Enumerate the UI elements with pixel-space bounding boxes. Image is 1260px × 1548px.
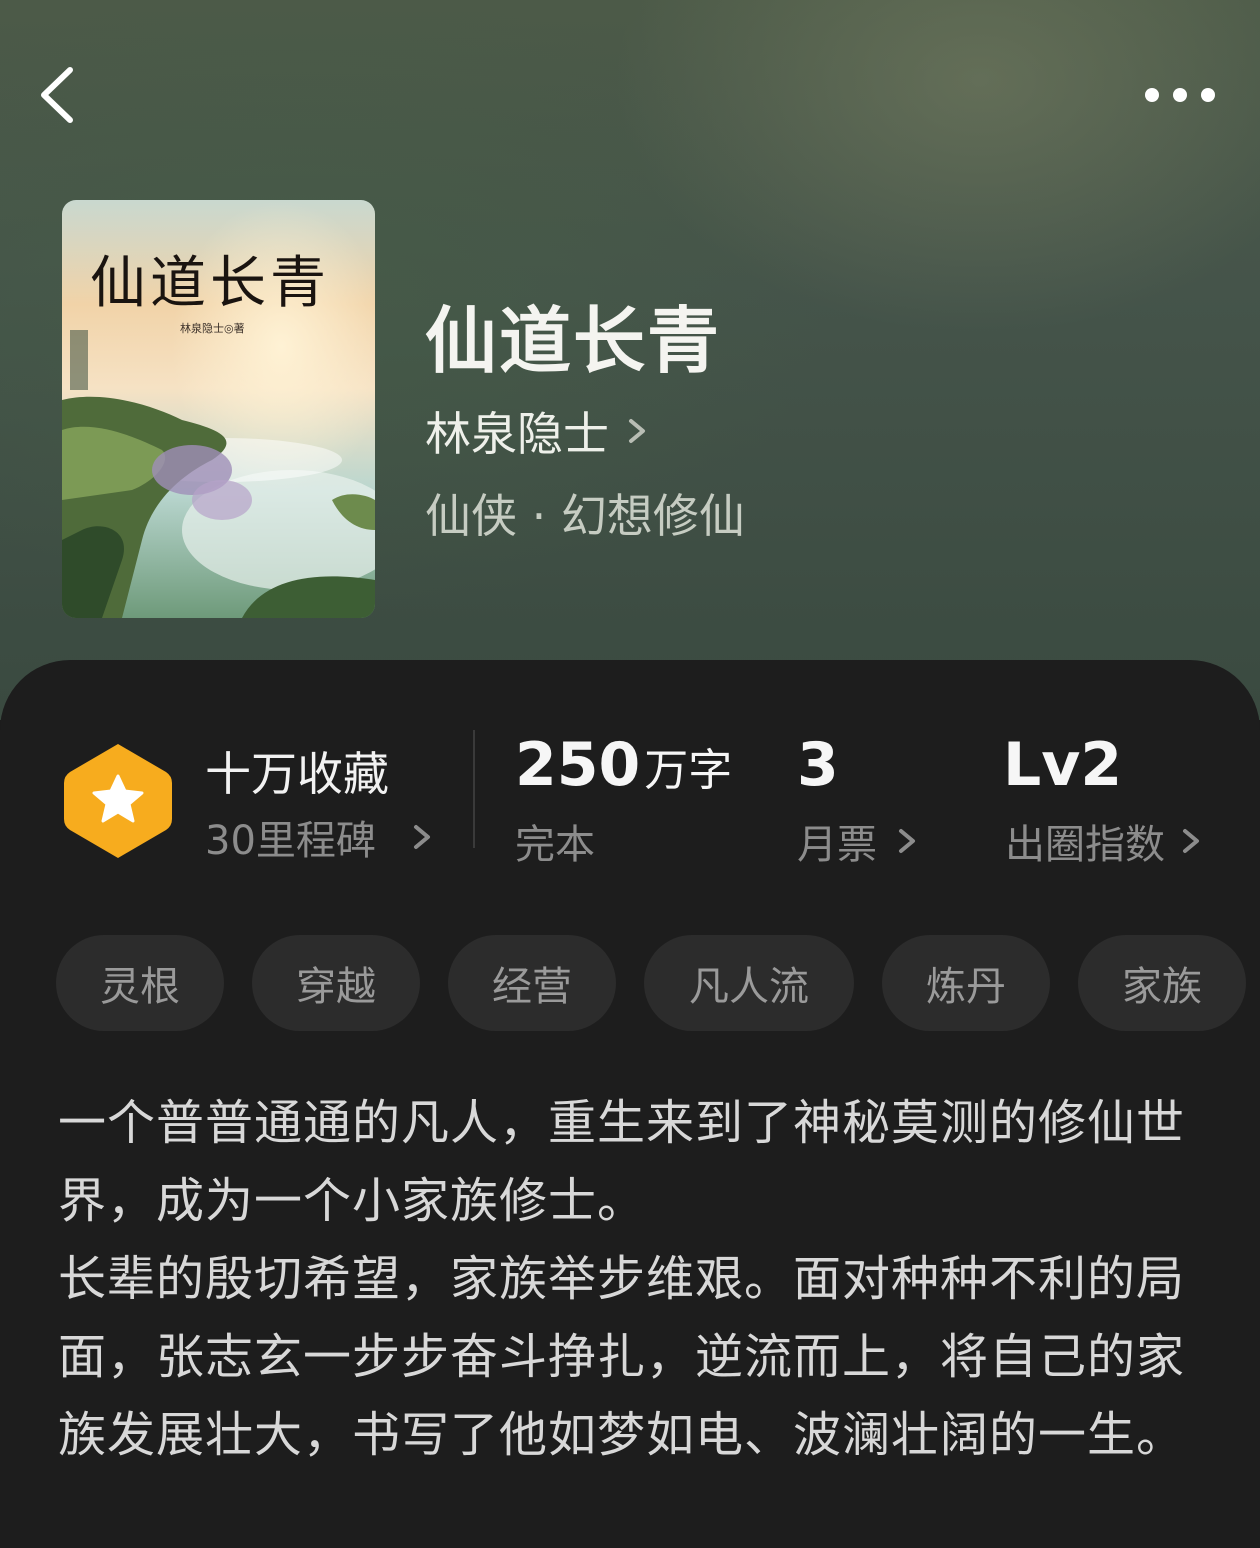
tag-chip[interactable]: 凡人流 — [644, 935, 854, 1031]
level-label: 出圈指数 — [1005, 822, 1165, 868]
level-link[interactable]: 出圈指数 — [1005, 812, 1209, 870]
book-title: 仙道长青 — [425, 298, 722, 383]
level-value: Lv2 — [1003, 730, 1123, 800]
more-dots-icon — [1145, 88, 1215, 102]
tag-chip[interactable]: 穿越 — [252, 935, 420, 1031]
tag-chip[interactable]: 灵根 — [56, 935, 224, 1031]
tag-chip[interactable]: 家族 — [1078, 935, 1246, 1031]
more-button[interactable] — [1140, 70, 1230, 120]
author-name: 林泉隐士 — [425, 407, 609, 461]
description-paragraph: 一个普普通通的凡人，重生来到了神秘莫测的修仙世界，成为一个小家族修士。 — [58, 1095, 1186, 1229]
collect-count: 十万收藏 — [205, 747, 389, 801]
star-badge-icon — [64, 744, 172, 858]
milestone-label: 30里程碑 — [205, 818, 376, 864]
cover-author: 林泉隐士◎著 — [180, 322, 245, 335]
monthly-ticket-value: 3 — [797, 730, 839, 800]
word-count-unit: 万字 — [644, 745, 733, 796]
status-label: 完本 — [515, 822, 595, 868]
chevron-left-icon — [41, 67, 73, 123]
chevron-right-icon — [1183, 829, 1199, 853]
description-paragraph: 长辈的殷切希望，家族举步维艰。面对种种不利的局面，张志玄一步步奋斗挣扎，逆流而上… — [58, 1251, 1186, 1463]
chevron-right-icon — [899, 829, 915, 853]
word-count: 250万字 — [515, 730, 732, 800]
milestone-link[interactable]: 30里程碑 — [205, 808, 440, 866]
cover-title: 仙道长青 — [90, 251, 330, 316]
word-count-value: 250 — [515, 730, 641, 800]
tag-chip[interactable]: 经营 — [448, 935, 616, 1031]
book-description: 一个普普通通的凡人，重生来到了神秘莫测的修仙世界，成为一个小家族修士。 长辈的殷… — [58, 1084, 1208, 1474]
genre-text: 仙侠 · 幻想修仙 — [425, 489, 745, 543]
author-link[interactable]: 林泉隐士 — [425, 398, 655, 464]
monthly-ticket-label: 月票 — [797, 822, 877, 868]
chevron-right-icon — [629, 419, 645, 443]
chevron-right-icon — [413, 825, 430, 849]
tag-chip[interactable]: 炼丹 — [882, 935, 1050, 1031]
book-cover[interactable]: 仙道长青 林泉隐士◎著 — [62, 200, 375, 618]
back-button[interactable] — [30, 60, 90, 130]
stats-divider — [473, 730, 475, 848]
monthly-ticket-link[interactable]: 月票 — [797, 812, 925, 870]
